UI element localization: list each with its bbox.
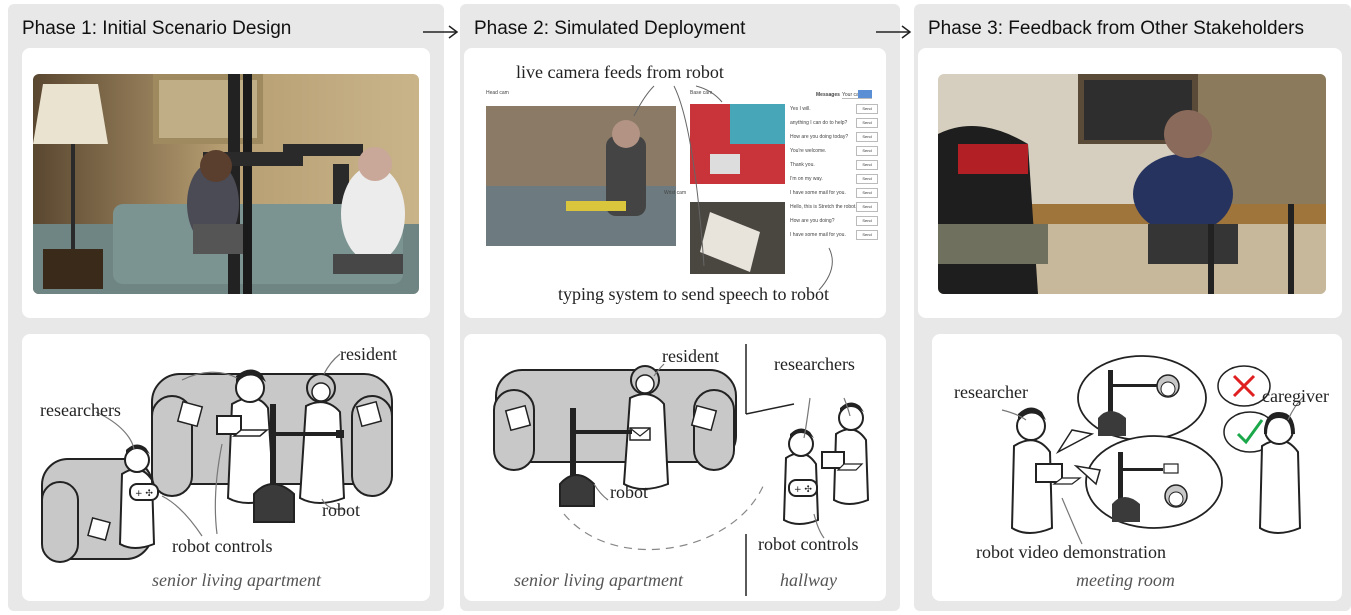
arrow-phase-2-to-3 xyxy=(874,24,914,40)
send-button[interactable]: Send xyxy=(856,146,878,156)
send-button[interactable]: Send xyxy=(856,188,878,198)
base-cam-label: Base cam xyxy=(690,90,713,96)
label-location-right: hallway xyxy=(780,570,837,590)
label-caregiver: caregiver xyxy=(1262,386,1329,406)
message-item: I have some mail for you. xyxy=(790,190,846,196)
caregiver-figure xyxy=(1258,412,1302,534)
phase-2-panel: Phase 2: Simulated Deployment Head cam B… xyxy=(460,4,900,611)
label-location-left: senior living apartment xyxy=(514,570,683,590)
message-item: Hello, this is Stretch the robot. xyxy=(790,204,857,210)
researcher-figure xyxy=(1010,407,1082,534)
send-button[interactable]: Send xyxy=(856,132,878,142)
send-button[interactable]: Send xyxy=(856,104,878,114)
label-location: senior living apartment xyxy=(152,570,321,590)
phase-1-title: Phase 1: Initial Scenario Design xyxy=(22,18,292,39)
head-cam-feed xyxy=(486,106,676,246)
message-item: You're welcome. xyxy=(790,148,827,154)
send-button[interactable]: Send xyxy=(856,202,878,212)
send-button[interactable]: Send xyxy=(856,160,878,170)
arrow-phase-1-to-2 xyxy=(421,24,461,40)
phase-3-panel: Phase 3: Feedback from Other Stakeholder… xyxy=(914,4,1351,611)
svg-text:+ ✣: + ✣ xyxy=(794,485,812,495)
message-list: Yes I will. Send anything I can do to he… xyxy=(784,104,880,284)
label-researchers: researchers xyxy=(774,354,855,374)
label-resident: resident xyxy=(340,344,397,364)
phase-2-ui-card: Head cam Base cam Wrist cam Messages You… xyxy=(464,48,886,318)
annotation-camera-feeds: live camera feeds from robot xyxy=(516,62,724,82)
messages-label: Messages xyxy=(816,92,840,98)
thought-bubble-bottom xyxy=(1073,435,1223,529)
phase-1-photo xyxy=(33,74,419,294)
sofa xyxy=(493,369,737,471)
label-researchers: researchers xyxy=(40,400,121,420)
phase-1-panel: Phase 1: Initial Scenario Design + ✣ res… xyxy=(8,4,444,611)
label-robot-controls: robot controls xyxy=(758,534,859,554)
phase-3-title: Phase 3: Feedback from Other Stakeholder… xyxy=(928,18,1304,39)
label-location: meeting room xyxy=(1076,570,1175,590)
phase-1-diagram: + ✣ xyxy=(41,353,393,563)
phase-1-photo-card xyxy=(22,48,430,318)
label-robot-controls: robot controls xyxy=(172,536,273,556)
message-item: How are you doing? xyxy=(790,218,835,224)
phase-2-title: Phase 2: Simulated Deployment xyxy=(474,18,746,39)
label-robot: robot xyxy=(322,500,360,520)
send-button[interactable]: Send xyxy=(856,230,878,240)
label-resident: resident xyxy=(662,346,719,366)
message-item: I have some mail for you. xyxy=(790,232,846,238)
send-button[interactable]: Send xyxy=(856,174,878,184)
base-cam-feed xyxy=(690,104,785,184)
phase-3-diagram-card: researcher caregiver robot video demonst… xyxy=(932,334,1342,601)
label-video-demonstration: robot video demonstration xyxy=(976,542,1166,562)
researcher-figure-2 xyxy=(821,402,870,505)
head-cam-label: Head cam xyxy=(486,90,509,96)
send-button[interactable]: Send xyxy=(856,216,878,226)
message-item: anything I can do to help? xyxy=(790,120,848,126)
phase-3-photo-card xyxy=(918,48,1342,318)
message-item: Yes I will. xyxy=(790,106,811,112)
message-submit-button[interactable] xyxy=(858,90,872,98)
label-researcher: researcher xyxy=(954,382,1028,402)
svg-text:+ ✣: + ✣ xyxy=(135,489,153,499)
phase-3-photo xyxy=(938,74,1326,294)
send-button[interactable]: Send xyxy=(856,118,878,128)
wrist-cam-feed xyxy=(690,202,785,274)
message-item: How are you doing today? xyxy=(790,134,849,140)
message-item: Thank you. xyxy=(790,162,815,168)
researcher-figure-1: + ✣ xyxy=(782,428,820,525)
label-robot: robot xyxy=(610,482,648,502)
message-item: I'm on my way. xyxy=(790,176,823,182)
phase-2-diagram-card: + ✣ resident researchers robot robot con… xyxy=(464,334,886,601)
annotation-typing-system: typing system to send speech to robot xyxy=(558,284,829,304)
phase-1-diagram-card: + ✣ resident researchers robot robot con… xyxy=(22,334,430,601)
wrist-cam-label: Wrist cam xyxy=(664,190,687,196)
